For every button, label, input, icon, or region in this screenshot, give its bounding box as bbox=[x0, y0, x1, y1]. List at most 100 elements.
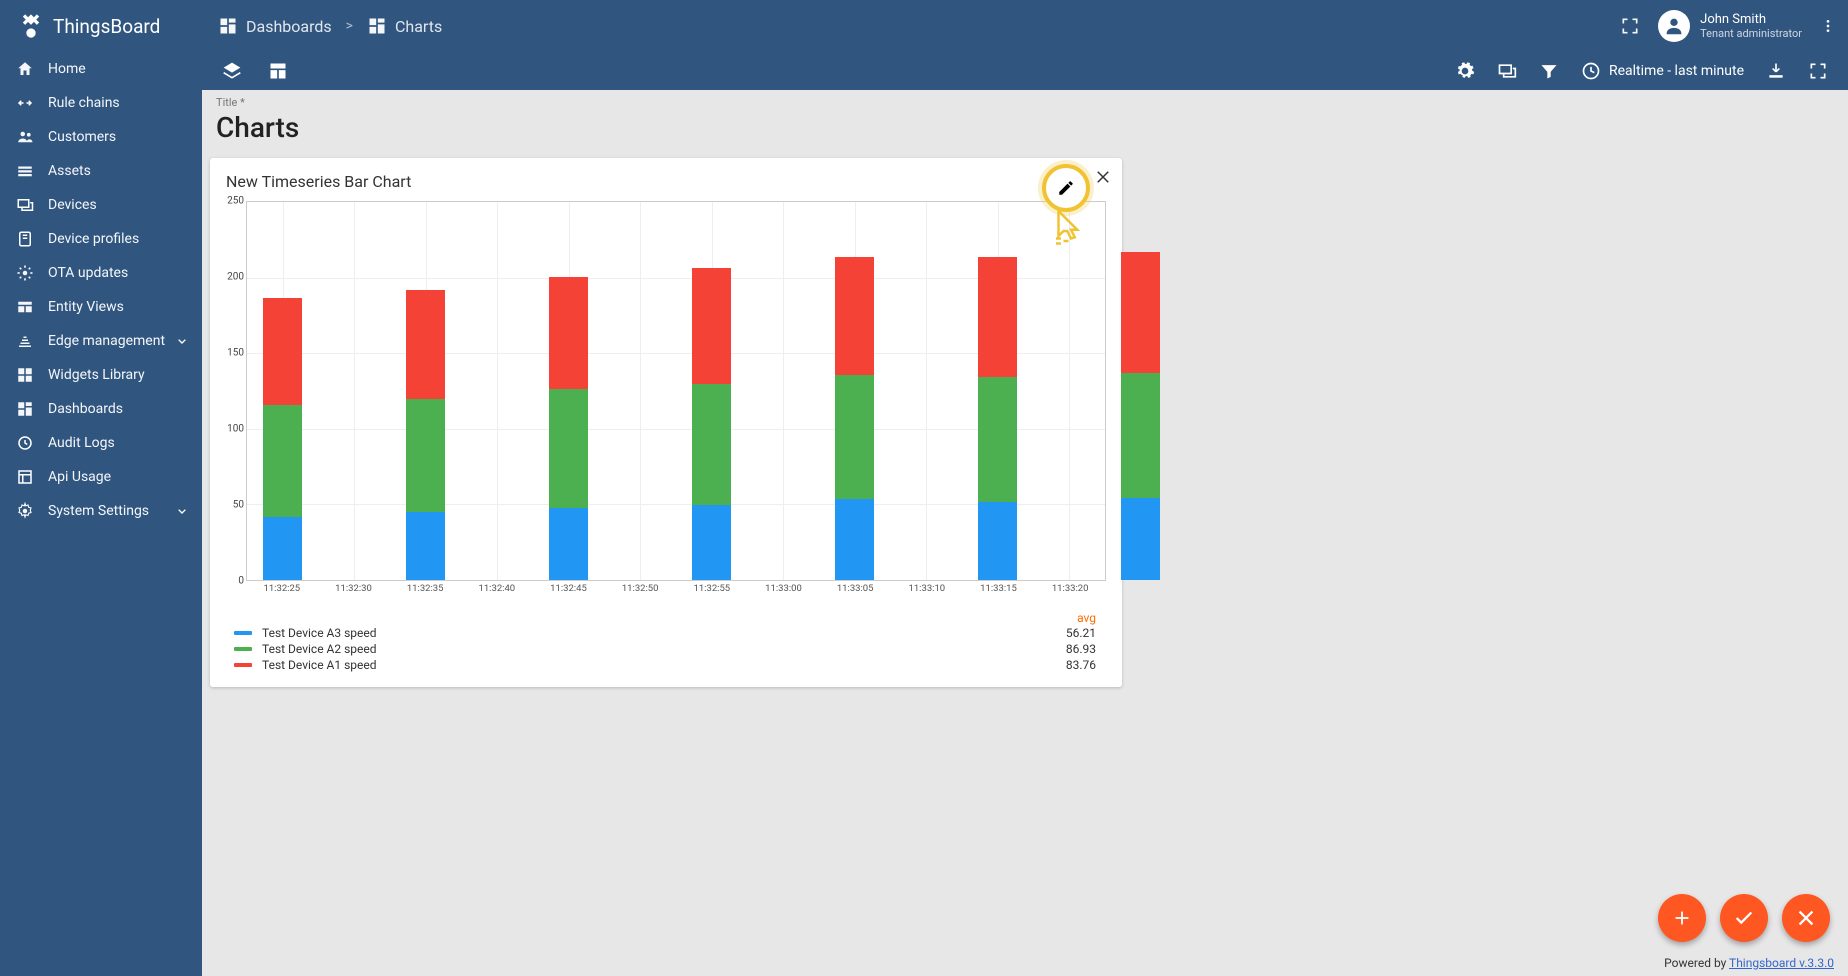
widget-title: New Timeseries Bar Chart bbox=[220, 172, 1112, 201]
timewindow-button[interactable]: Realtime - last minute bbox=[1581, 61, 1744, 81]
customers-icon bbox=[16, 128, 34, 146]
sidebar-item-widgets-library[interactable]: Widgets Library bbox=[0, 358, 202, 392]
sidebar-item-label: Device profiles bbox=[48, 231, 139, 247]
download-icon[interactable] bbox=[1766, 61, 1786, 81]
sidebar-item-label: Rule chains bbox=[48, 95, 120, 111]
fullscreen-icon[interactable] bbox=[1808, 61, 1828, 81]
footer: Powered by Thingsboard v.3.3.0 bbox=[1664, 956, 1834, 970]
bar bbox=[692, 237, 731, 580]
legend-row[interactable]: Test Device A2 speed86.93 bbox=[228, 641, 1102, 657]
breadcrumb-root[interactable]: Dashboards bbox=[218, 16, 332, 36]
legend-row[interactable]: Test Device A1 speed 83.76 bbox=[228, 657, 1102, 673]
x-tick: 11:32:40 bbox=[479, 583, 516, 594]
user-role: Tenant administrator bbox=[1700, 27, 1802, 40]
x-tick: 11:32:50 bbox=[622, 583, 659, 594]
sidebar-item-system-settings[interactable]: System Settings bbox=[0, 494, 202, 528]
sidebar-item-edge-management[interactable]: Edge management bbox=[0, 324, 202, 358]
sidebar-item-rule-chains[interactable]: Rule chains bbox=[0, 86, 202, 120]
bar-segment-A1 bbox=[263, 298, 302, 405]
legend-swatch bbox=[234, 647, 252, 651]
widget-card[interactable]: New Timeseries Bar Chart 050100150200250… bbox=[210, 158, 1122, 687]
chart-legend: avg Test Device A3 speed56.21Test Device… bbox=[220, 605, 1112, 677]
chart-plot bbox=[246, 201, 1106, 581]
sidebar-item-device-profiles[interactable]: Device profiles bbox=[0, 222, 202, 256]
timewindow-label: Realtime - last minute bbox=[1609, 63, 1744, 79]
sidebar-item-dashboards[interactable]: Dashboards bbox=[0, 392, 202, 426]
y-tick: 100 bbox=[220, 424, 244, 435]
x-tick: 11:32:25 bbox=[264, 583, 301, 594]
cancel-button[interactable] bbox=[1782, 894, 1830, 942]
fab-group bbox=[1658, 894, 1830, 942]
user-name: John Smith bbox=[1700, 12, 1802, 28]
bar-segment-A2 bbox=[978, 377, 1017, 501]
user-menu[interactable]: John Smith Tenant administrator bbox=[1658, 10, 1802, 42]
sidebar-item-home[interactable]: Home bbox=[0, 52, 202, 86]
sidebar-item-label: Devices bbox=[48, 197, 97, 213]
bar-segment-A1 bbox=[1121, 252, 1160, 373]
sidebar-item-devices[interactable]: Devices bbox=[0, 188, 202, 222]
bar-segment-A2 bbox=[835, 375, 874, 499]
x-tick: 11:33:15 bbox=[980, 583, 1017, 594]
bar bbox=[1121, 228, 1160, 580]
layouts-icon[interactable] bbox=[268, 61, 288, 81]
x-tick: 11:32:30 bbox=[335, 583, 372, 594]
sidebar-item-label: Edge management bbox=[48, 333, 165, 349]
sidebar-item-entity-views[interactable]: Entity Views bbox=[0, 290, 202, 324]
page-title[interactable]: Charts bbox=[216, 111, 1840, 144]
breadcrumb-current[interactable]: Charts bbox=[367, 16, 442, 36]
edit-widget-highlight[interactable] bbox=[1042, 164, 1090, 212]
gear-icon[interactable] bbox=[1455, 61, 1475, 81]
ota-icon bbox=[16, 264, 34, 282]
sidebar-item-assets[interactable]: Assets bbox=[0, 154, 202, 188]
bar bbox=[263, 253, 302, 580]
entity-aliases-icon[interactable] bbox=[1497, 61, 1517, 81]
sidebar-item-label: OTA updates bbox=[48, 265, 128, 281]
footer-link[interactable]: Thingsboard v.3.3.0 bbox=[1729, 956, 1834, 970]
main-content: Realtime - last minute Title * Charts bbox=[202, 52, 1848, 976]
bar-segment-A1 bbox=[978, 257, 1017, 377]
breadcrumb-current-label: Charts bbox=[395, 17, 442, 36]
more-vert-icon[interactable] bbox=[1820, 16, 1836, 36]
close-icon bbox=[1795, 907, 1817, 929]
legend-value: 83.76 bbox=[1066, 658, 1096, 672]
legend-row[interactable]: Test Device A3 speed56.21 bbox=[228, 625, 1102, 641]
devices-icon bbox=[16, 196, 34, 214]
x-tick: 11:32:55 bbox=[694, 583, 731, 594]
layers-icon[interactable] bbox=[222, 61, 242, 81]
y-tick: 50 bbox=[220, 500, 244, 511]
y-tick: 150 bbox=[220, 348, 244, 359]
dashboards-icon bbox=[16, 400, 34, 418]
api-icon bbox=[16, 468, 34, 486]
legend-label: Test Device A1 speed bbox=[262, 658, 377, 672]
apply-button[interactable] bbox=[1720, 894, 1768, 942]
brand-logo[interactable]: ThingsBoard bbox=[12, 12, 202, 40]
close-icon[interactable] bbox=[1094, 168, 1112, 186]
edge-icon bbox=[16, 332, 34, 350]
legend-label: Test Device A3 speed bbox=[262, 626, 377, 640]
check-icon bbox=[1733, 907, 1755, 929]
sidebar-item-audit-logs[interactable]: Audit Logs bbox=[0, 426, 202, 460]
sidebar-item-label: Audit Logs bbox=[48, 435, 115, 451]
logo-icon bbox=[17, 12, 45, 40]
sidebar-item-ota-updates[interactable]: OTA updates bbox=[0, 256, 202, 290]
audit-icon bbox=[16, 434, 34, 452]
legend-header: avg bbox=[228, 611, 1102, 625]
fullscreen-icon[interactable] bbox=[1620, 16, 1640, 36]
filter-icon[interactable] bbox=[1539, 61, 1559, 81]
bar bbox=[549, 241, 588, 580]
legend-swatch bbox=[234, 663, 252, 667]
bar-segment-A1 bbox=[406, 290, 445, 399]
sidebar-item-customers[interactable]: Customers bbox=[0, 120, 202, 154]
app-header: ThingsBoard Dashboards > Charts John Smi… bbox=[0, 0, 1848, 52]
add-widget-button[interactable] bbox=[1658, 894, 1706, 942]
sidebar-item-api-usage[interactable]: Api Usage bbox=[0, 460, 202, 494]
sidebar-item-label: Customers bbox=[48, 129, 116, 145]
bar-segment-A3 bbox=[406, 512, 445, 580]
x-tick: 11:33:05 bbox=[837, 583, 874, 594]
breadcrumb-root-label: Dashboards bbox=[246, 17, 332, 36]
dashboard-icon bbox=[218, 16, 238, 36]
sidebar-item-label: Home bbox=[48, 61, 86, 77]
chevron-down-icon bbox=[174, 333, 190, 349]
sidebar-item-label: Widgets Library bbox=[48, 367, 145, 383]
plus-icon bbox=[1671, 907, 1693, 929]
